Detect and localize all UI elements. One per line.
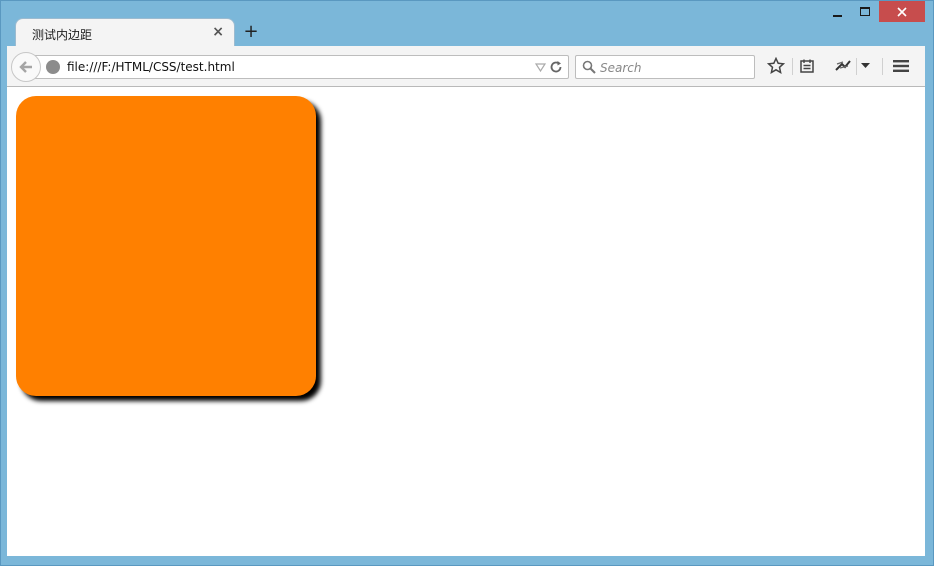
reload-icon[interactable] xyxy=(549,60,563,74)
extension-dropdown-button[interactable] xyxy=(858,56,872,76)
orange-rounded-box xyxy=(16,96,316,396)
maximize-button[interactable] xyxy=(851,1,879,22)
chevron-down-icon xyxy=(860,63,870,68)
close-icon xyxy=(897,6,907,17)
extension-icon xyxy=(835,60,851,71)
menu-button[interactable] xyxy=(891,56,911,76)
tab-active[interactable]: 测试内边距 × xyxy=(15,18,235,47)
url-dropdown-icon[interactable] xyxy=(535,63,546,73)
minimize-button[interactable] xyxy=(823,1,851,22)
toolbar-separator xyxy=(792,58,793,75)
page-content xyxy=(7,87,925,556)
close-window-button[interactable] xyxy=(879,1,925,22)
maximize-icon xyxy=(860,7,870,16)
star-icon xyxy=(767,57,785,75)
bookmark-button[interactable] xyxy=(766,56,786,76)
hamburger-icon xyxy=(893,60,909,72)
toolbar-separator xyxy=(882,58,883,75)
tab-title: 测试内边距 xyxy=(32,28,93,42)
nav-toolbar: file:///F:/HTML/CSS/test.html xyxy=(7,46,925,87)
reading-list-icon xyxy=(800,59,814,73)
new-tab-button[interactable]: + xyxy=(241,21,261,43)
browser-window: 测试内边距 × + file:///F:/HTML/CSS/test.html xyxy=(0,0,934,566)
minimize-icon xyxy=(832,14,842,17)
globe-icon xyxy=(46,60,60,74)
window-caption-buttons xyxy=(823,1,925,22)
url-text[interactable]: file:///F:/HTML/CSS/test.html xyxy=(67,60,235,74)
reading-list-button[interactable] xyxy=(797,56,817,76)
back-button[interactable] xyxy=(11,52,41,82)
back-arrow-icon xyxy=(19,61,32,73)
search-bar[interactable] xyxy=(575,55,755,79)
search-input[interactable] xyxy=(598,58,752,78)
url-bar[interactable]: file:///F:/HTML/CSS/test.html xyxy=(35,55,569,79)
search-icon xyxy=(582,60,596,74)
toolbar-separator xyxy=(856,58,857,75)
extension-button[interactable] xyxy=(833,56,853,76)
tab-close-icon[interactable]: × xyxy=(212,24,224,40)
